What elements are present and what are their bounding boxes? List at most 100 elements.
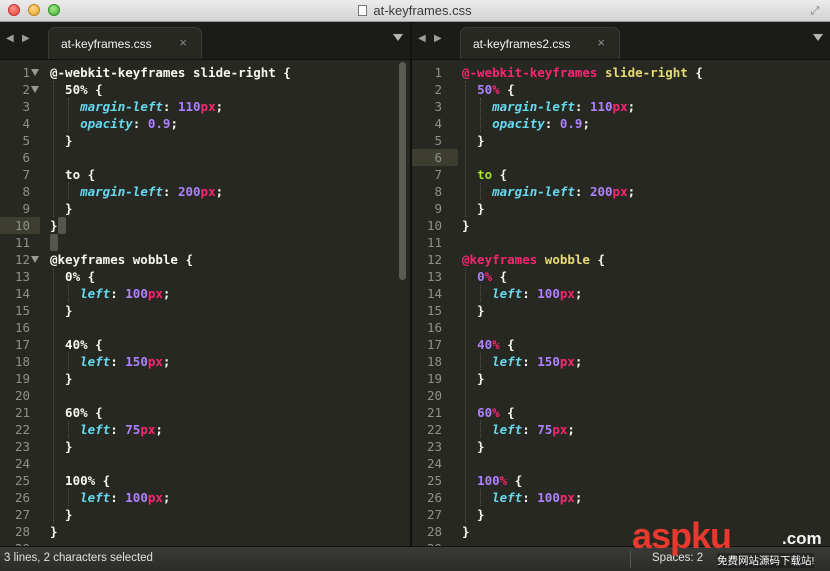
code-line: }: [50, 217, 58, 234]
chevron-down-icon[interactable]: [393, 34, 403, 41]
fold-arrow-icon[interactable]: [31, 69, 39, 76]
code-line: 50% {: [50, 81, 103, 98]
code-token: 0.9: [559, 116, 583, 131]
code-token: to {: [50, 167, 96, 182]
chevron-down-icon[interactable]: [813, 34, 823, 41]
line-number: 8: [434, 184, 442, 199]
line-number: 21: [14, 405, 30, 420]
code-line: opacity: 0.9;: [50, 115, 178, 132]
indent-guide: [68, 353, 70, 370]
indent-guide: [480, 489, 482, 506]
code-token: :: [110, 490, 126, 505]
code-area-left[interactable]: 1 @-webkit-keyframes slide-right {2 50% {…: [0, 59, 410, 546]
line-number: 2: [434, 82, 442, 97]
code-token: {: [492, 269, 508, 284]
line-number: 28: [426, 524, 442, 539]
code-line: @keyframes wobble {: [50, 251, 193, 268]
code-token: 60: [477, 405, 493, 420]
code-token: ;: [574, 490, 583, 505]
nav-forward-icon[interactable]: ▶: [22, 33, 30, 45]
code-token: 100% {: [50, 473, 111, 488]
code-line: 0% {: [50, 268, 95, 285]
code-token: left: [80, 286, 111, 301]
nav-back-icon[interactable]: ◀: [418, 33, 426, 45]
code-token: 100: [537, 490, 560, 505]
tab-close-icon[interactable]: ×: [179, 35, 187, 50]
tab-bar-right: ◀ ▶ at-keyframes2.css ×: [412, 22, 830, 60]
code-token: @-webkit-keyframes: [462, 65, 598, 80]
line-number: 10: [14, 218, 30, 233]
watermark-suffix: .com: [782, 529, 822, 548]
line-number: 5: [22, 133, 30, 148]
code-token: %: [484, 269, 493, 284]
code-token: 40% {: [50, 337, 103, 352]
nav-back-icon[interactable]: ◀: [6, 33, 14, 45]
line-number: 26: [426, 490, 442, 505]
line-number: 15: [426, 303, 442, 318]
code-token: 150: [537, 354, 560, 369]
fullscreen-arrows-icon[interactable]: ⤢: [808, 4, 822, 18]
code-token: margin-left: [80, 99, 163, 114]
code-token: ;: [155, 422, 163, 437]
code-token: {: [499, 337, 515, 352]
code-token: }: [50, 218, 58, 233]
code-token: {: [589, 252, 606, 267]
watermark-logo: aspku: [632, 515, 732, 556]
code-token: px: [559, 354, 575, 369]
code-token: ;: [215, 184, 224, 199]
tab-at-keyframes2-css[interactable]: at-keyframes2.css ×: [460, 27, 620, 59]
line-number: 25: [14, 473, 30, 488]
fold-arrow-icon[interactable]: [31, 86, 39, 93]
code-token: ;: [215, 99, 224, 114]
line-number: 8: [22, 184, 30, 199]
line-number: 3: [22, 99, 30, 114]
line-number: 23: [426, 439, 442, 454]
code-token: 110: [177, 99, 201, 114]
status-separator: [630, 550, 631, 568]
nav-forward-icon[interactable]: ▶: [434, 33, 442, 45]
code-line: 50% {: [462, 81, 515, 98]
document-icon: [358, 5, 368, 16]
code-token: left: [492, 354, 523, 369]
line-number: 1: [22, 65, 30, 80]
line-number: 9: [434, 201, 442, 216]
code-token: }: [50, 524, 58, 539]
code-line: margin-left: 200px;: [50, 183, 223, 200]
code-line: }: [462, 523, 470, 540]
tab-at-keyframes-css[interactable]: at-keyframes.css ×: [48, 27, 202, 59]
code-token: :: [522, 422, 538, 437]
code-token: {: [499, 405, 515, 420]
line-number: 4: [434, 116, 442, 131]
code-token: wobble: [544, 252, 590, 267]
line-number: 7: [22, 167, 30, 182]
code-token: ;: [162, 490, 171, 505]
line-number: 12: [426, 252, 442, 267]
indent-guide: [68, 489, 70, 506]
code-token: 0% {: [50, 269, 96, 284]
line-number: 7: [434, 167, 442, 182]
code-token: px: [200, 99, 216, 114]
line-number: 28: [14, 524, 30, 539]
indent-guide: [68, 285, 70, 302]
code-token: px: [612, 184, 628, 199]
line-number: 3: [434, 99, 442, 114]
tab-close-icon[interactable]: ×: [597, 35, 605, 50]
code-token: ;: [162, 286, 171, 301]
code-line: to {: [50, 166, 95, 183]
scrollbar-left[interactable]: [399, 62, 406, 280]
line-number: 17: [14, 337, 30, 352]
code-token: 75: [537, 422, 553, 437]
editor-pane-left: ◀ ▶ at-keyframes.css × 1 @-webkit-keyfram…: [0, 22, 410, 546]
code-token: 200: [177, 184, 201, 199]
code-area-right[interactable]: 1 @-webkit-keyframes slide-right {2 50% {…: [412, 59, 830, 546]
code-token: ;: [574, 286, 583, 301]
fold-arrow-icon[interactable]: [31, 256, 39, 263]
